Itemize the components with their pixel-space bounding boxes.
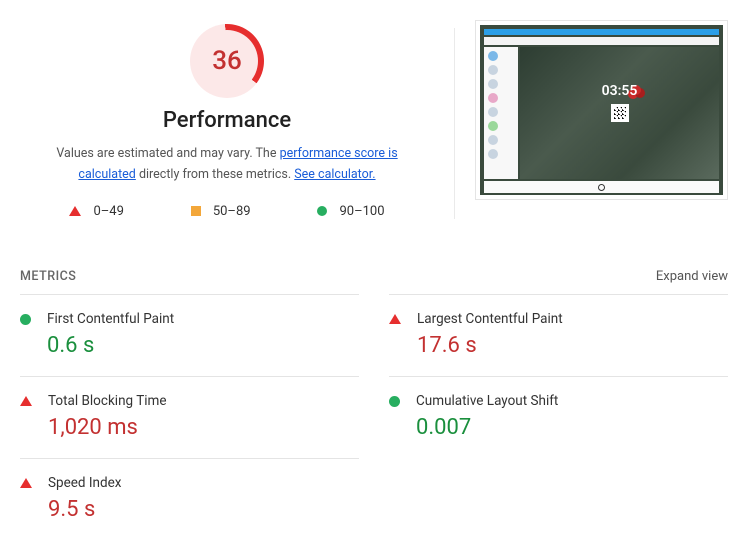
metric-name: First Contentful Paint [47, 311, 359, 327]
performance-summary: 36 Performance Values are estimated and … [20, 20, 434, 219]
score-legend: 0–49 50–89 90–100 [28, 204, 426, 219]
performance-description: Values are estimated and may vary. The p… [28, 143, 426, 186]
circle-icon [20, 314, 31, 325]
metric-value: 0.6 s [47, 333, 359, 358]
circle-icon [317, 206, 327, 216]
metric-value: 17.6 s [417, 333, 728, 358]
metrics-heading: METRICS [20, 269, 76, 284]
metric-card: Largest Contentful Paint 17.6 s [389, 294, 728, 376]
performance-title: Performance [28, 108, 426, 133]
page-screenshot: 03:55 [475, 20, 728, 200]
triangle-icon [389, 314, 401, 324]
legend-good: 90–100 [317, 204, 384, 219]
triangle-icon [69, 206, 81, 216]
metric-name: Largest Contentful Paint [417, 311, 728, 327]
metric-card: Speed Index 9.5 s [20, 458, 359, 540]
metric-card: First Contentful Paint 0.6 s [20, 294, 359, 376]
performance-score: 36 [190, 24, 264, 98]
screenshot-time: 03:55 [602, 83, 638, 99]
metric-name: Total Blocking Time [48, 393, 359, 409]
metric-card: Cumulative Layout Shift 0.007 [389, 376, 728, 458]
metric-card: Total Blocking Time 1,020 ms [20, 376, 359, 458]
metric-name: Speed Index [48, 475, 359, 491]
see-calculator-link[interactable]: See calculator. [294, 167, 375, 182]
metric-value: 9.5 s [48, 497, 359, 522]
metric-value: 1,020 ms [48, 415, 359, 440]
circle-icon [389, 396, 400, 407]
triangle-icon [20, 396, 32, 406]
expand-view-button[interactable]: Expand view [656, 269, 728, 284]
legend-poor: 0–49 [69, 204, 123, 219]
triangle-icon [20, 478, 32, 488]
vertical-divider [454, 28, 455, 219]
square-icon [191, 206, 201, 216]
metric-value: 0.007 [416, 415, 728, 440]
performance-gauge: 36 [190, 24, 264, 98]
metric-name: Cumulative Layout Shift [416, 393, 728, 409]
legend-average: 50–89 [191, 204, 251, 219]
